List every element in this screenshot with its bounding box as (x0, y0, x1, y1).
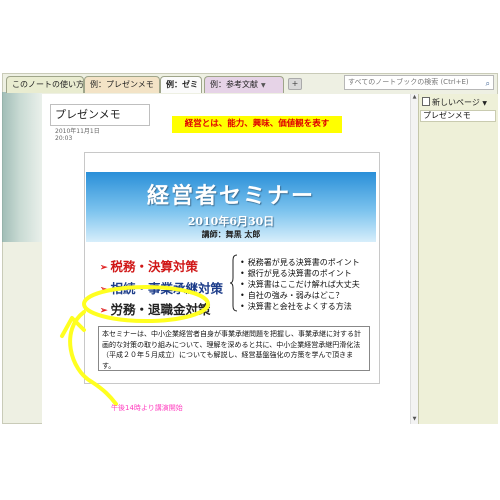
scroll-up-icon[interactable]: ▲ (411, 94, 418, 102)
tab-label: 例：プレゼンメモ (90, 80, 154, 89)
slide-point: • 税務署が見る決算書のポイント (240, 257, 360, 268)
slide-topic: ➢ 相続・事業承継対策 (100, 278, 223, 297)
bottom-background (0, 424, 500, 500)
top-background (0, 0, 500, 73)
page-time: 20:03 (55, 135, 73, 142)
new-page-button[interactable]: 新しいページ ▼ (422, 97, 487, 108)
slide-description: 本セミナーは、中小企業経営者自身が事業承継問題を把握し、事業承継に対する計画的な… (98, 326, 370, 371)
search-input[interactable]: すべてのノートブックの検索 (Ctrl+E) ⌕ (344, 75, 494, 90)
tab-label: このノートの使い方 (12, 80, 84, 89)
point-label: 決算書はここだけ解れば大丈夫 (247, 280, 360, 289)
new-page-icon (422, 97, 430, 106)
add-section-button[interactable]: + (288, 78, 302, 90)
slide-topic: ➢ 労務・退職金対策 (100, 299, 211, 318)
vertical-scrollbar[interactable]: ▲ ▼ (410, 94, 418, 424)
page-date: 2010年11月1日 (55, 128, 100, 135)
slide-point: • 銀行が見る決算書のポイント (240, 268, 352, 279)
topic-label: 税務・決算対策 (110, 259, 199, 274)
point-label: 税務署が見る決算書のポイント (247, 258, 360, 267)
section-tab-how-to-use[interactable]: このノートの使い方 (6, 76, 84, 93)
section-tab-bar: このノートの使い方 例：プレゼンメモ 例：ゼミ 例：参考文献 ▼ + (2, 76, 342, 93)
highlighted-note[interactable]: 経営とは、能力、興味、価値観を表す (172, 116, 342, 133)
chevron-down-icon[interactable]: ▼ (482, 100, 487, 107)
topic-label: 相続・事業承継対策 (110, 281, 224, 296)
slide-date: 2010年6月30日 (187, 215, 275, 228)
arrow-bullet-icon: ➢ (100, 285, 108, 295)
bullet-icon: • (240, 258, 245, 267)
section-tab-presentation-memo[interactable]: 例：プレゼンメモ (84, 76, 160, 93)
section-tab-seminar[interactable]: 例：ゼミ (160, 76, 202, 93)
magnifier-icon[interactable]: ⌕ (486, 77, 490, 90)
tab-label: 例：ゼミ (166, 80, 198, 89)
onenote-window: { "tabs": [ {"label": "このノートの使い方"}, {"la… (0, 0, 500, 500)
page-list-panel (418, 94, 498, 424)
point-label: 自社の強み・弱みはどこ？ (247, 291, 344, 300)
topic-label: 労務・退職金対策 (110, 302, 211, 317)
background-decoration (2, 92, 42, 242)
chevron-down-icon[interactable]: ▼ (261, 82, 266, 89)
slide-lecturer: 講師：舞黒 太郎 (201, 229, 261, 239)
page-timestamp: 2010年11月1日 20:03 (55, 128, 100, 142)
point-label: 銀行が見る決算書のポイント (247, 269, 352, 278)
curly-brace (230, 254, 238, 312)
search-placeholder: すべてのノートブックの検索 (Ctrl+E) (348, 78, 469, 86)
slide-point: • 決算書と会社をよくする方法 (240, 301, 352, 312)
section-tab-references[interactable]: 例：参考文献 ▼ (204, 76, 284, 93)
bullet-icon: • (240, 269, 245, 278)
slide-title: 経営者セミナー (146, 183, 315, 209)
page-list-item[interactable]: プレゼンメモ (420, 110, 496, 122)
arrow-bullet-icon: ➢ (100, 306, 108, 316)
bullet-icon: • (240, 280, 245, 289)
arrow-bullet-icon: ➢ (100, 263, 108, 273)
slide-point: • 決算書はここだけ解れば大丈夫 (240, 279, 360, 290)
point-label: 決算書と会社をよくする方法 (247, 302, 352, 311)
slide-topic: ➢ 税務・決算対策 (100, 256, 198, 275)
bullet-icon: • (240, 291, 245, 300)
bullet-icon: • (240, 302, 245, 311)
handwritten-note[interactable]: 午後14時より講演開始 (111, 403, 183, 413)
page-title[interactable]: プレゼンメモ (50, 104, 150, 126)
slide-point: • 自社の強み・弱みはどこ？ (240, 290, 343, 301)
new-page-label: 新しいページ (432, 98, 480, 107)
scroll-down-icon[interactable]: ▼ (411, 416, 418, 424)
tab-label: 例：参考文献 (210, 80, 258, 89)
